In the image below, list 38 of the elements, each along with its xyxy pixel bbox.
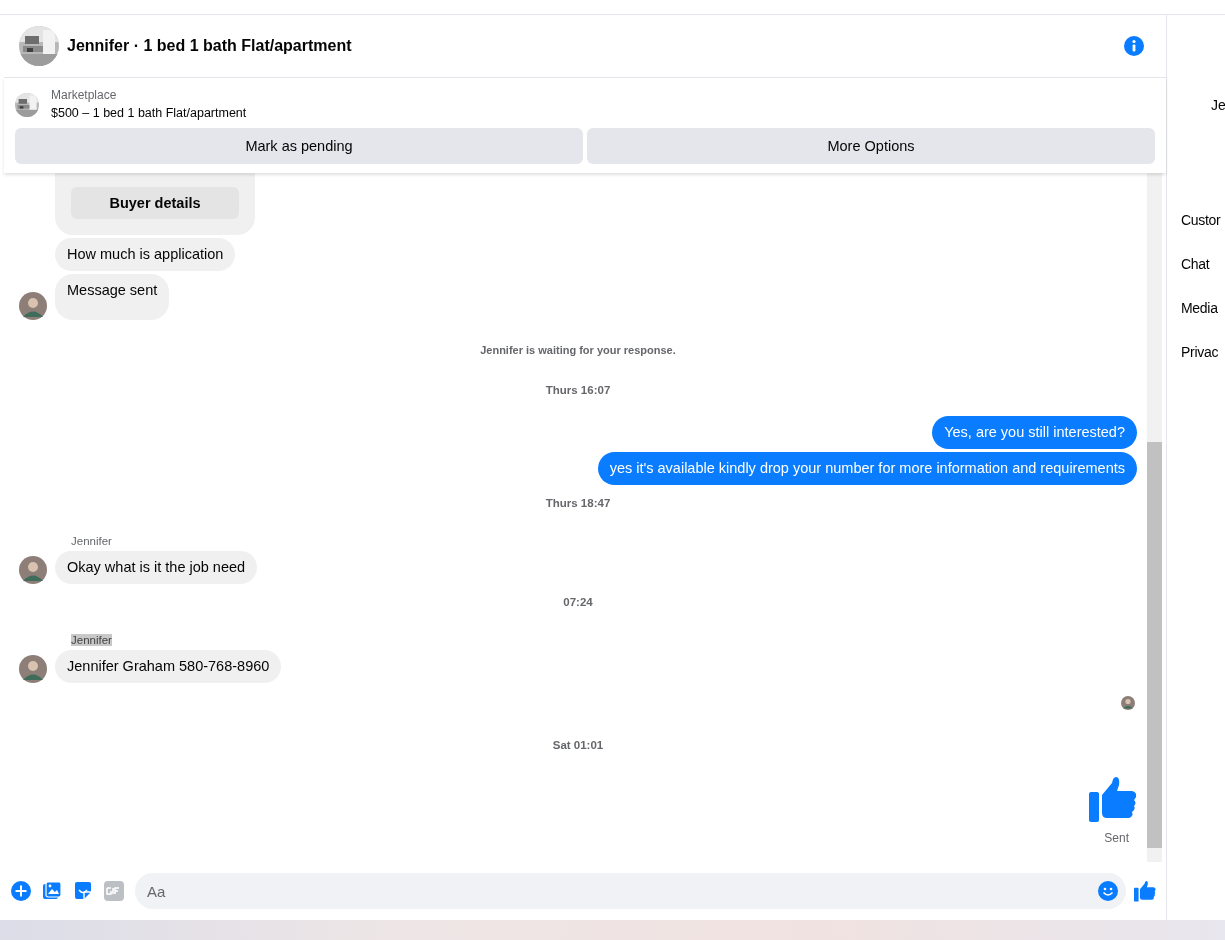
side-menu-item[interactable]: Custor [1181, 211, 1221, 230]
sender-name: Jennifer [71, 535, 112, 547]
sender-name: Jennifer [71, 634, 112, 646]
buyer-details-button[interactable]: Buyer details [71, 187, 239, 219]
emoji-icon[interactable] [1098, 881, 1118, 901]
side-menu-item[interactable]: Chat [1181, 255, 1210, 274]
scrollbar[interactable] [1147, 173, 1162, 862]
action-button[interactable]: Mark as pending [15, 128, 583, 164]
timestamp: Thurs 18:47 [544, 497, 612, 509]
message-status: Sent [1104, 831, 1129, 845]
message-input[interactable]: Aa [135, 873, 1126, 909]
timestamp: Thurs 16:07 [544, 384, 612, 396]
timestamp: 07:24 [562, 596, 594, 608]
seen-avatar-icon [1121, 696, 1135, 710]
message-bubble: How much is application [55, 238, 236, 271]
image-icon[interactable] [42, 881, 62, 901]
avatar-icon[interactable] [19, 292, 47, 320]
avatar-icon[interactable] [19, 556, 47, 584]
message-bubble: yes it's available kindly drop your number for more information and requirements [597, 452, 1137, 485]
message-bubble: Message sent [55, 274, 170, 320]
avatar-icon[interactable] [19, 655, 47, 683]
message-bubble: Okay what is it the job need [55, 551, 258, 584]
contact-name: Je [1211, 97, 1225, 113]
timestamp: Sat 01:01 [551, 739, 605, 751]
conversation-title: Jennifer · 1 bed 1 bath Flat/apartment [67, 37, 353, 55]
sticker-icon[interactable] [73, 881, 93, 901]
listing-title[interactable]: $500 – 1 bed 1 bath Flat/apartment [51, 104, 247, 122]
thumbs-up-icon[interactable] [1134, 880, 1156, 902]
message-bubble: Yes, are you still interested? [932, 416, 1137, 449]
info-icon[interactable] [1124, 36, 1144, 56]
message-bubble: Jennifer Graham 580-768-8960 [55, 650, 282, 683]
plus-icon[interactable] [11, 881, 31, 901]
side-menu-item[interactable]: Privac [1181, 343, 1219, 362]
action-button[interactable]: More Options [587, 128, 1155, 164]
side-menu-item[interactable]: Media [1181, 299, 1218, 318]
listing-source: Marketplace [51, 87, 118, 104]
status-note: Jennifer is waiting for your response. [479, 344, 677, 356]
thumbs-up-icon [1089, 775, 1137, 823]
